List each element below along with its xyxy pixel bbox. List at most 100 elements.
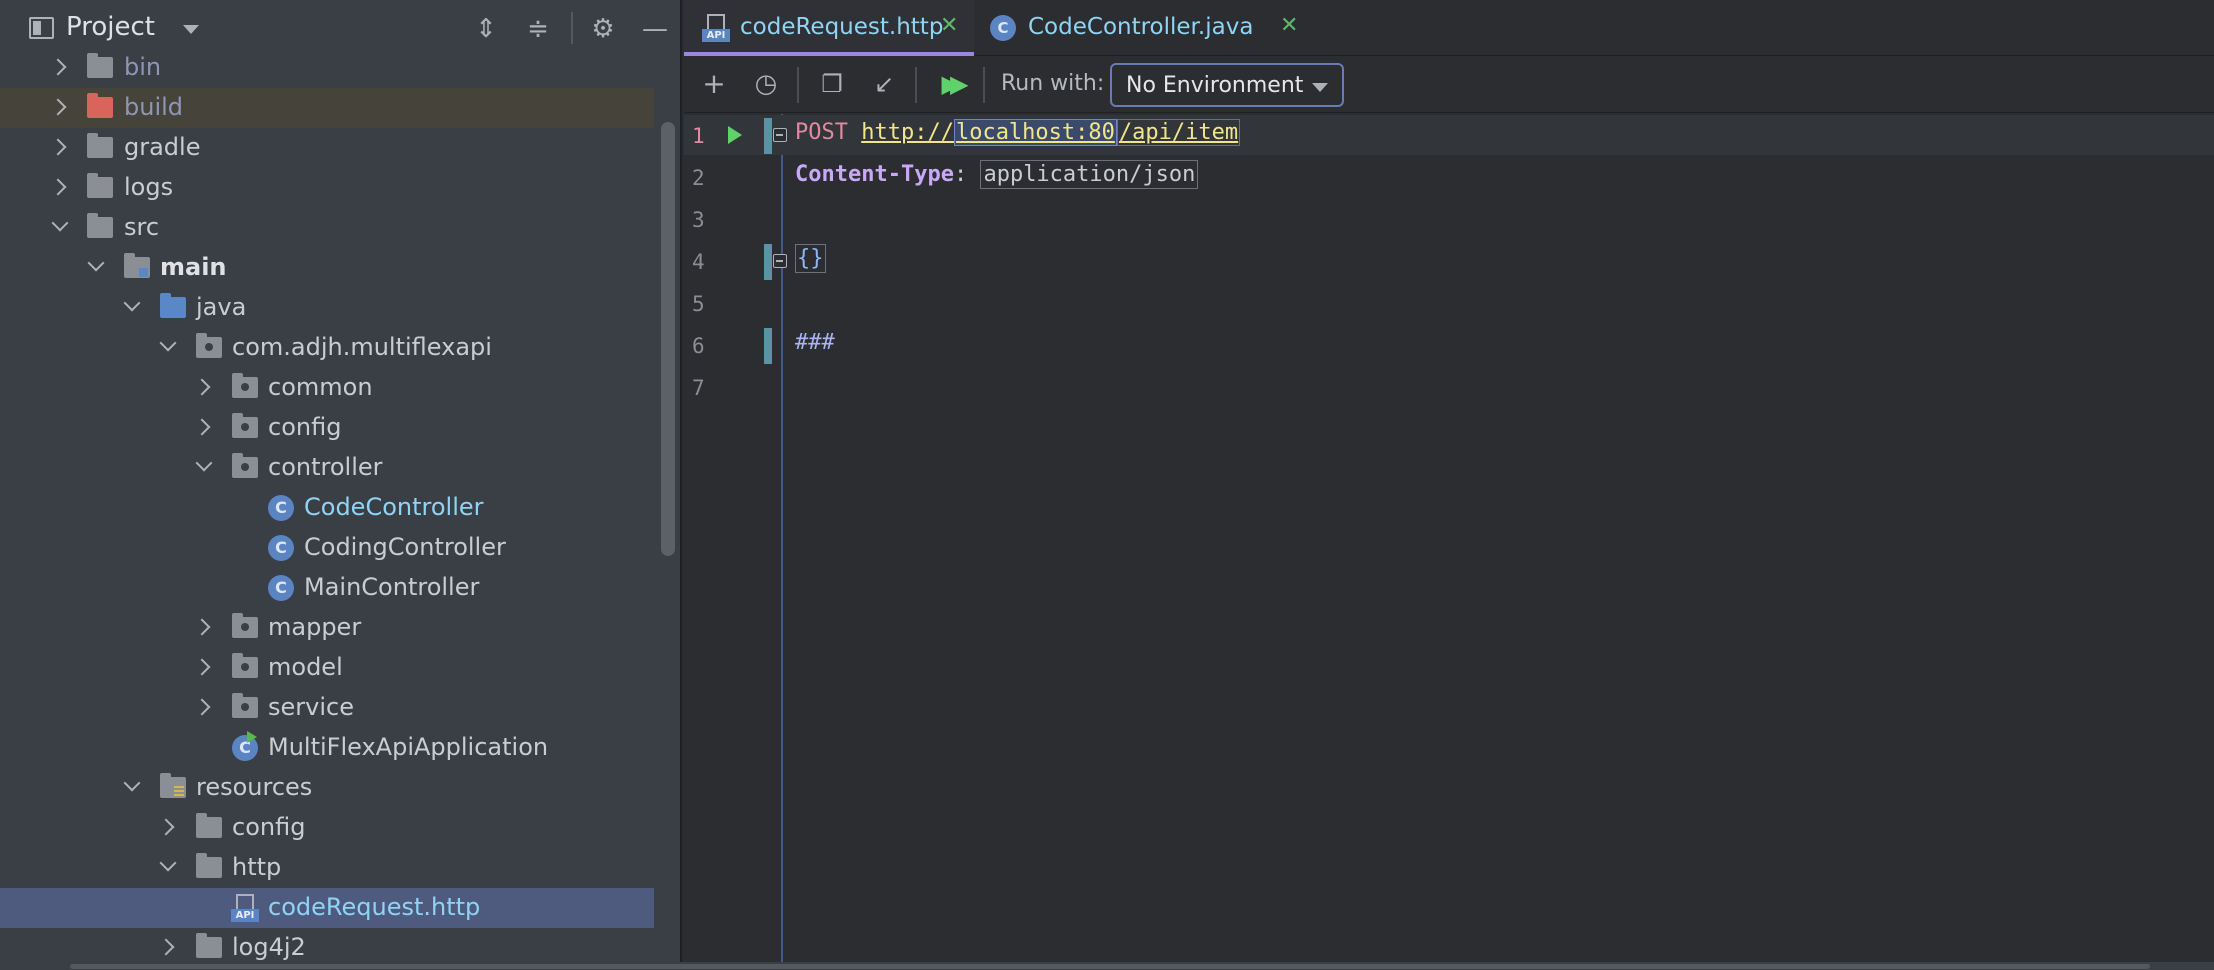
tab-label: codeRequest.http [740,14,944,40]
collapse-all-icon[interactable]: ≑ [523,14,553,44]
tab-label: CodeController.java [1028,14,1254,40]
tree-item-label: config [232,813,306,841]
gear-icon[interactable]: ⚙ [588,14,618,44]
run-with-label: Run with: [1001,71,1105,96]
tree-item-label: java [196,293,247,321]
chevron-right-icon[interactable] [193,618,211,636]
chevron-down-icon[interactable] [123,294,141,312]
tree-item-resources-config[interactable]: config [0,808,654,848]
chevron-down-icon[interactable] [183,25,199,34]
tree-item-label: gradle [124,133,201,161]
tree-item-common[interactable]: common [0,368,654,408]
header-colon: : [953,162,981,187]
line-number: 1 [692,124,705,148]
add-icon[interactable]: + [696,67,732,103]
chevron-down-icon[interactable] [195,454,213,472]
run-request-icon[interactable] [728,126,742,144]
history-icon[interactable]: ◷ [748,67,784,103]
chevron-right-icon[interactable] [157,818,175,836]
chevron-right-icon[interactable] [49,138,67,156]
tree-item-bin[interactable]: bin [0,48,654,88]
folder-icon [196,813,222,838]
spring-app-class-icon: C [232,731,258,761]
chevron-right-icon[interactable] [49,98,67,116]
project-view-icon [29,17,54,39]
environment-select[interactable]: No Environment [1110,63,1344,107]
import-icon[interactable]: ↙ [866,67,902,103]
chevron-right-icon[interactable] [49,58,67,76]
fold-icon[interactable] [773,254,787,268]
url-scheme[interactable]: http:// [861,120,954,145]
chevron-right-icon[interactable] [49,178,67,196]
code-editor[interactable] [783,114,2214,962]
tree-item-src[interactable]: src [0,208,654,248]
tree-item-controller[interactable]: controller [0,448,654,488]
tree-item-logs[interactable]: logs [0,168,654,208]
scrollbar-thumb[interactable] [70,964,2150,969]
request-body: {} [795,244,826,273]
fold-icon[interactable] [773,128,787,142]
code-line-2: Content-Type: application/json [795,160,1199,189]
tab-codecontroller-java[interactable]: C CodeController.java ✕ [974,0,1314,56]
tree-item-maincontroller[interactable]: C MainController [0,568,654,608]
api-file-icon: API [702,14,730,42]
tree-item-java[interactable]: java [0,288,654,328]
tree-item-gradle[interactable]: gradle [0,128,654,168]
chevron-down-icon[interactable] [51,214,69,232]
horizontal-scrollbar[interactable] [0,962,2214,970]
change-marker [764,244,772,280]
url-host[interactable]: localhost:80 [953,119,1117,146]
line-number: 4 [692,250,705,274]
vertical-scrollbar[interactable] [661,122,675,556]
http-method: POST [795,120,848,145]
chevron-down-icon[interactable] [123,774,141,792]
close-icon[interactable]: ✕ [940,13,958,38]
tab-coderequest-http[interactable]: API codeRequest.http ✕ [684,0,974,56]
folder-icon [87,213,113,238]
chevron-down-icon[interactable] [159,854,177,872]
tree-item-package-root[interactable]: com.adjh.multiflexapi [0,328,654,368]
run-all-icon[interactable]: ▶▶ [932,67,969,103]
folder-icon [196,933,222,958]
header-value: application/json [980,160,1199,189]
editor-area: API codeRequest.http ✕ C CodeController.… [684,0,2214,962]
tree-item-model[interactable]: model [0,648,654,688]
tree-item-build[interactable]: build [0,88,654,128]
tree-item-label: bin [124,53,162,81]
copy-icon[interactable]: ❐ [814,67,850,103]
tree-item-label: CodingController [304,533,506,561]
header-name: Content-Type [795,162,954,187]
tree-item-mapper[interactable]: mapper [0,608,654,648]
chevron-down-icon[interactable] [159,334,177,352]
minimize-icon[interactable]: — [640,14,670,44]
tree-item-label: config [268,413,342,441]
tree-item-codecontroller[interactable]: C CodeController [0,488,654,528]
url-path[interactable]: /api/item [1116,119,1241,146]
chevron-right-icon[interactable] [193,658,211,676]
tree-item-coderequest-http[interactable]: API codeRequest.http [0,888,654,928]
tree-item-multiflexapiapplication[interactable]: C MultiFlexApiApplication [0,728,654,768]
chevron-right-icon[interactable] [193,418,211,436]
tree-item-codingcontroller[interactable]: C CodingController [0,528,654,568]
tree-item-main[interactable]: main [0,248,654,288]
chevron-right-icon[interactable] [193,698,211,716]
tree-item-label: MainController [304,573,480,601]
line-number: 6 [692,334,705,358]
tree-item-label: controller [268,453,383,481]
tree-item-resources[interactable]: resources [0,768,654,808]
package-icon [232,373,258,398]
tree-item-config[interactable]: config [0,408,654,448]
folder-icon [87,133,113,158]
chevron-right-icon[interactable] [157,938,175,956]
tree-item-service[interactable]: service [0,688,654,728]
line-number: 3 [692,208,705,232]
close-icon[interactable]: ✕ [1280,13,1298,38]
expand-all-icon[interactable]: ⇕ [471,14,501,44]
project-tool-window: Project ⇕ ≑ ⚙ — bin build gradle logs sr… [0,0,682,970]
package-icon [232,453,258,478]
class-c-icon: C [990,15,1016,41]
project-panel-title[interactable]: Project [66,12,155,42]
chevron-down-icon[interactable] [87,254,105,272]
tree-item-http[interactable]: http [0,848,654,888]
chevron-right-icon[interactable] [193,378,211,396]
